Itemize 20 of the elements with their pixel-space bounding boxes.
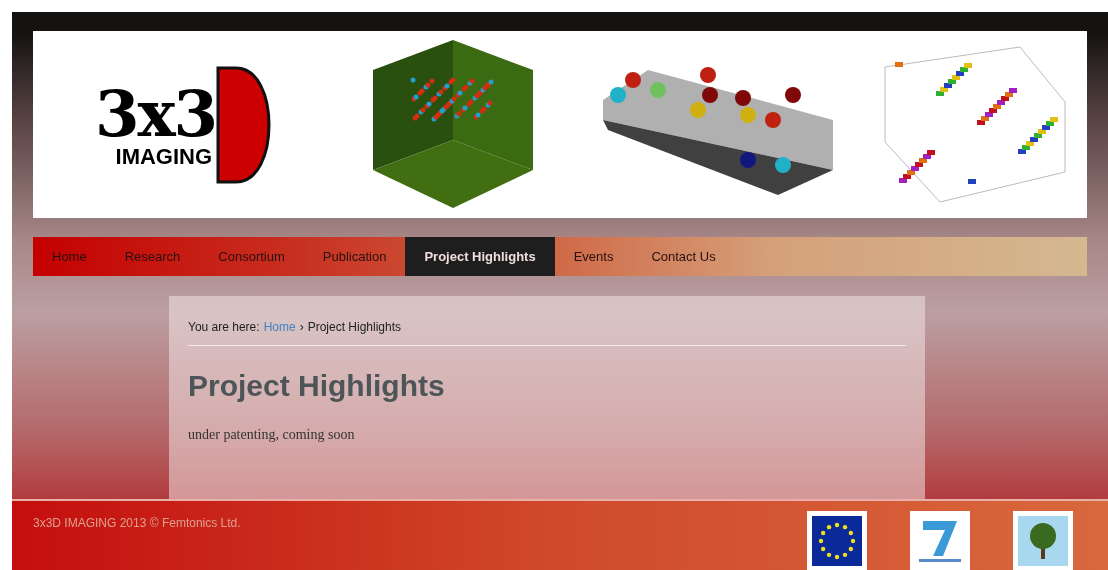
eu-flag-logo (807, 511, 867, 570)
tree-logo (1013, 511, 1073, 570)
home-link[interactable]: Home (263, 318, 296, 336)
breadcrumb-current: Project Highlights (307, 319, 401, 336)
nav-tab[interactable]: Home (33, 237, 106, 276)
logo-wordmark: IMAGING (115, 145, 213, 168)
body-text: under patenting, coming soon (188, 426, 356, 444)
nav-tab[interactable]: Publication (303, 237, 406, 276)
copyright-text: 3x3D IMAGING 2013 © Femtonics Ltd. (33, 515, 242, 532)
logo-d-icon (216, 65, 272, 184)
nav-tab[interactable]: Events (554, 237, 633, 276)
nav-tab[interactable]: Project Highlights (405, 237, 555, 276)
nav-tab[interactable]: Consortium (199, 237, 304, 276)
nav-tab[interactable]: Contact Us (632, 237, 735, 276)
fp7-logo (910, 511, 970, 570)
page-title: Project Highlights (188, 368, 446, 404)
breadcrumb-label: You are here: (188, 319, 260, 336)
logo-mark: 3x3 (94, 81, 217, 146)
nav-tab[interactable]: Research (105, 237, 200, 276)
breadcrumb-separator: › (299, 319, 304, 336)
